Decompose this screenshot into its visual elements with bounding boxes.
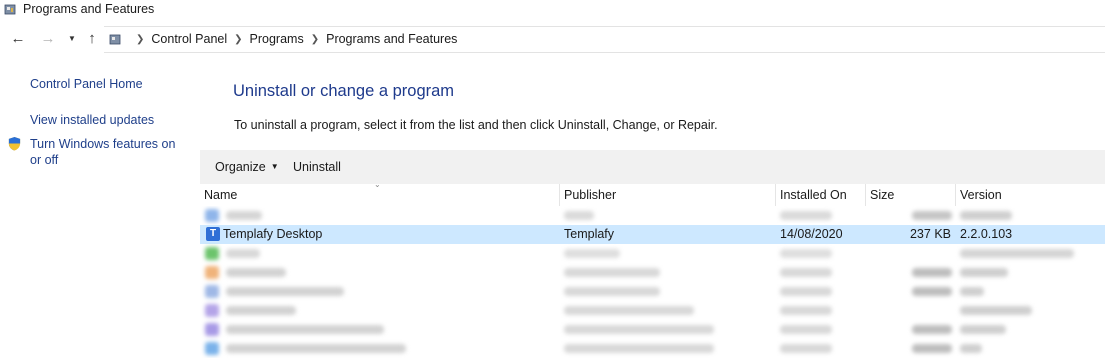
breadcrumb-separator: ❯ [234,33,243,45]
redacted-text [960,306,1032,315]
back-arrow-icon[interactable]: ← [10,30,26,47]
program-row-blurred[interactable] [200,263,1105,282]
instructions-text: To uninstall a program, select it from t… [234,118,718,132]
program-row-blurred[interactable] [200,244,1105,263]
program-icon [205,247,219,260]
redacted-text [564,325,714,334]
redacted-text [780,344,832,353]
program-row-blurred[interactable] [200,301,1105,320]
program-size: 237 KB [909,227,951,241]
column-header-size[interactable]: Size [866,184,956,206]
navigation-bar: ← → ▼ ↑ ❯ Control Panel ❯ Programs ❯ Pro… [0,24,1105,54]
breadcrumb-separator: ❯ [136,33,145,45]
forward-arrow-icon[interactable]: → [40,30,56,47]
uninstall-button[interactable]: Uninstall [293,160,341,174]
redacted-text [564,211,594,220]
program-row-blurred[interactable] [200,206,1105,225]
up-arrow-icon[interactable]: ↑ [84,30,100,47]
program-icon [205,266,219,279]
chevron-down-icon[interactable]: ▼ [64,30,80,46]
program-installed-on: 14/08/2020 [780,227,843,241]
templafy-app-icon: T [206,227,220,241]
program-icon [205,342,219,355]
redacted-text [780,325,832,334]
redacted-text [912,344,952,353]
program-version: 2.2.0.103 [960,227,1013,241]
redacted-text [226,268,286,277]
column-header-version[interactable]: Version [956,184,1105,206]
redacted-text [226,306,296,315]
redacted-text [780,268,832,277]
redacted-text [564,306,694,315]
redacted-text [564,287,660,296]
program-icon [205,304,219,317]
chevron-down-icon: ▼ [270,162,279,171]
redacted-text [226,287,344,296]
program-row-blurred[interactable] [200,320,1105,339]
turn-windows-features-link[interactable]: Turn Windows features on or off [30,136,190,168]
page-title: Uninstall or change a program [233,82,455,100]
window-title: Programs and Features [23,2,155,16]
address-bar[interactable]: ❯ Control Panel ❯ Programs ❯ Programs an… [104,26,1105,53]
program-list: T Templafy Desktop Templafy 14/08/2020 2… [200,206,1105,358]
control-panel-home-link[interactable]: Control Panel Home [30,76,143,92]
column-header-publisher[interactable]: Publisher [560,184,776,206]
redacted-text [912,268,952,277]
redacted-text [226,344,406,353]
program-icon [205,209,219,222]
organize-label: Organize [215,160,266,174]
redacted-text [564,268,660,277]
program-name: Templafy Desktop [223,227,323,241]
program-row-blurred[interactable] [200,339,1105,358]
uac-shield-icon [8,136,21,151]
redacted-text [960,325,1006,334]
program-row-blurred[interactable] [200,282,1105,301]
redacted-text [780,211,832,220]
redacted-text [960,211,1012,220]
breadcrumb-control-panel[interactable]: Control Panel [151,32,227,46]
program-row-selected[interactable]: T Templafy Desktop Templafy 14/08/2020 2… [200,225,1105,244]
redacted-text [564,249,620,258]
redacted-text [780,287,832,296]
redacted-text [226,249,260,258]
column-header-row: ⌄ Name Publisher Installed On Size Versi… [200,180,1105,206]
toolbar: Organize ▼ Uninstall [200,150,1105,184]
redacted-text [960,344,982,353]
redacted-text [226,325,384,334]
redacted-text [780,306,832,315]
breadcrumb-programs-and-features[interactable]: Programs and Features [326,32,457,46]
breadcrumb-separator: ❯ [310,33,320,45]
breadcrumb-programs[interactable]: Programs [250,32,304,46]
redacted-text [912,325,952,334]
program-icon [205,285,219,298]
redacted-text [912,211,952,220]
redacted-text [912,287,952,296]
organize-button[interactable]: Organize ▼ [215,160,279,174]
view-installed-updates-link[interactable]: View installed updates [30,112,154,128]
control-panel-icon [109,34,121,45]
redacted-text [564,344,714,353]
column-header-installed-on[interactable]: Installed On [776,184,866,206]
redacted-text [226,211,262,220]
redacted-text [780,249,832,258]
program-publisher: Templafy [564,227,615,241]
redacted-text [960,268,1008,277]
redacted-text [960,249,1074,258]
sidebar: Control Panel Home View installed update… [0,64,200,358]
breadcrumb: ❯ Control Panel ❯ Programs ❯ Programs an… [129,32,457,46]
redacted-text [960,287,984,296]
column-header-name[interactable]: Name [200,184,560,206]
title-bar: Programs and Features [0,0,1105,20]
control-panel-icon [4,4,16,15]
main-panel: Uninstall or change a program To uninsta… [200,64,1105,358]
program-icon [205,323,219,336]
